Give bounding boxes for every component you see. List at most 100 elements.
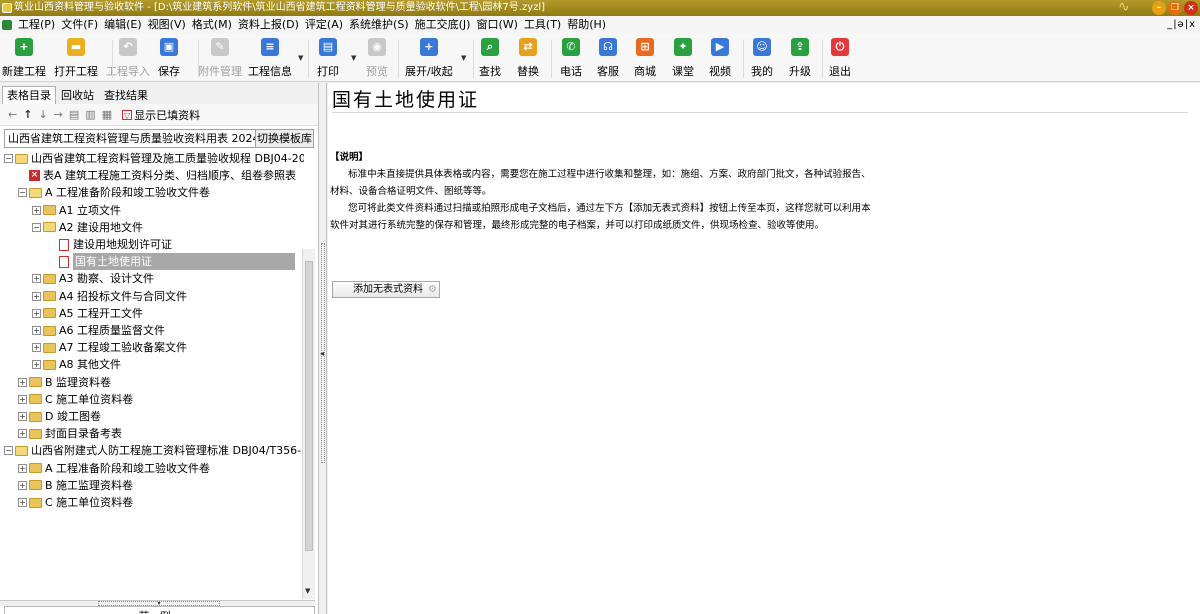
menu-item[interactable]: 施工交底(J) [412, 16, 474, 34]
expand-icon[interactable]: + [18, 429, 27, 439]
tree-node[interactable]: 国有土地使用证 [59, 253, 295, 271]
user-button[interactable]: ☺ 我的 [751, 38, 773, 80]
library-name[interactable]: 山西省建筑工程资料管理与质量验收资料用表 2024 [4, 129, 256, 148]
expand-icon[interactable]: + [32, 205, 41, 215]
tree-node[interactable]: − 山西省建筑工程资料管理及施工质量验收规程 DBJ04-2024 [4, 150, 304, 167]
tree-node[interactable]: − 山西省附建式人防工程施工资料管理标准 DBJ04/T356-2018 [4, 442, 304, 459]
phone-button[interactable]: ✆ 电话 [560, 38, 582, 80]
dropdown-arrow-icon[interactable]: ▼ [461, 54, 466, 62]
toolbar-separator [743, 40, 744, 78]
tree-node[interactable]: − A 工程准备阶段和竣工验收文件卷 [18, 184, 210, 201]
menu-item[interactable]: 编辑(E) [101, 16, 145, 34]
shop-button[interactable]: ⊞ 商城 [634, 38, 656, 80]
collapse-icon[interactable]: − [4, 154, 13, 163]
menu-item[interactable]: 工具(T) [521, 16, 564, 34]
instructions: 【说明】 标准中未直接提供具体表格或内容，需要您在施工过程中进行收集和整理，如：… [330, 149, 1190, 234]
menu-item[interactable]: 评定(A) [302, 16, 346, 34]
app-menu-icon[interactable] [2, 20, 12, 30]
collapse-icon[interactable]: − [4, 446, 13, 456]
arrow-left-icon[interactable]: ← [8, 108, 17, 121]
expand-icon[interactable]: + [18, 498, 27, 507]
tab-2[interactable]: 查找结果 [99, 86, 153, 104]
dropdown-arrow-icon[interactable]: ▼ [351, 54, 356, 62]
decoration-icon: ∿ [1118, 0, 1130, 15]
tree-node[interactable]: + B 施工监理资料卷 [18, 477, 133, 494]
scrollbar-thumb[interactable] [305, 261, 313, 551]
tree-node[interactable]: × 表A 建筑工程施工资料分类、归档顺序、组卷参照表 [29, 167, 296, 184]
expand-icon[interactable]: + [32, 308, 41, 318]
tree-node[interactable]: 建设用地规划许可证 [59, 236, 172, 253]
restore-icon[interactable]: ❐ [1168, 1, 1182, 15]
show-filled-toggle[interactable]: ▽ 显示已填资料 [122, 107, 200, 123]
switch-library-button[interactable]: 切换模板库 [256, 129, 314, 148]
arrow-right-icon[interactable]: → [54, 108, 63, 121]
menu-item[interactable]: 工程(P) [15, 16, 58, 34]
expand-icon[interactable]: + [18, 394, 27, 404]
menu-item[interactable]: 系统维护(S) [346, 16, 412, 34]
menu-item[interactable]: 资料上报(D) [235, 16, 302, 34]
tree-scrollbar[interactable]: ▼ [302, 249, 315, 599]
expand-collapse-button[interactable]: + 展开/收起 [405, 38, 453, 80]
tree-node[interactable]: + A3 勘察、设计文件 [32, 270, 154, 287]
collapse-icon[interactable]: − [32, 222, 41, 232]
save-button[interactable]: ▣ 保存 [158, 38, 180, 80]
tree-node[interactable]: + D 竣工图卷 [18, 408, 101, 425]
menu-item[interactable]: 视图(V) [145, 16, 189, 34]
vertical-splitter[interactable]: ◂ [319, 83, 327, 614]
scroll-down-icon[interactable]: ▼ [305, 587, 310, 595]
close-icon[interactable]: × [1184, 1, 1198, 15]
collapse-left-icon[interactable]: ◂ [320, 349, 324, 358]
tree-node[interactable]: + A 工程准备阶段和竣工验收文件卷 [18, 460, 210, 477]
video-button[interactable]: ▶ 视频 [709, 38, 731, 80]
exit-button[interactable]: ⏻ 退出 [829, 38, 851, 80]
tree-node[interactable]: + A6 工程质量监督文件 [32, 322, 165, 339]
paste-icon[interactable]: ▥ [85, 108, 95, 121]
menu-item[interactable]: 文件(F) [58, 16, 101, 34]
copy-icon[interactable]: ▤ [69, 108, 79, 121]
expand-icon[interactable]: + [32, 291, 41, 301]
tree-node[interactable]: + 封面目录备考表 [18, 425, 122, 442]
checkbox-icon[interactable]: ▽ [122, 109, 133, 120]
tree-node[interactable]: + C 施工单位资料卷 [18, 391, 133, 408]
upgrade-button[interactable]: ⇪ 升级 [789, 38, 811, 80]
collapse-icon[interactable]: − [18, 188, 27, 198]
tree-node[interactable]: + C 施工单位资料卷 [18, 494, 133, 511]
tree-node[interactable]: + B 监理资料卷 [18, 374, 111, 391]
tree-node[interactable]: + A4 招投标文件与合同文件 [32, 288, 187, 305]
expand-icon[interactable]: + [18, 377, 27, 387]
tab-1[interactable]: 回收站 [56, 86, 99, 104]
tab-0[interactable]: 表格目录 [2, 86, 56, 104]
expand-icon[interactable]: + [18, 412, 27, 421]
minimize-icon[interactable]: – [1152, 1, 1166, 15]
project-info-button[interactable]: ≡ 工程信息 [248, 38, 292, 80]
arrow-down-icon[interactable]: ↓ [38, 108, 47, 121]
menu-item[interactable]: 窗口(W) [473, 16, 520, 34]
toolbar-label: 保存 [158, 65, 180, 78]
find-button[interactable]: ⌕ 查找 [479, 38, 501, 80]
delete-icon[interactable]: ▦ [102, 108, 112, 121]
expand-icon[interactable]: + [18, 480, 27, 490]
save-icon: ▣ [160, 38, 178, 56]
classroom-button[interactable]: ✦ 课堂 [672, 38, 694, 80]
replace-button[interactable]: ⇄ 替换 [517, 38, 539, 80]
arrow-up-icon[interactable]: ↑ [23, 108, 32, 121]
tree-node[interactable]: + A1 立项文件 [32, 202, 121, 219]
menu-item[interactable]: 帮助(H) [564, 16, 609, 34]
expand-icon[interactable]: + [32, 274, 41, 284]
add-untabulated-button[interactable]: 添加无表式资料 ⚙ [332, 281, 440, 298]
menu-item[interactable]: 格式(M) [189, 16, 235, 34]
tree-node[interactable]: + A7 工程竣工验收备案文件 [32, 339, 187, 356]
print-button[interactable]: ▤ 打印 [317, 38, 339, 80]
support-button[interactable]: ☊ 客服 [597, 38, 619, 80]
new-project-button[interactable]: + 新建工程 [2, 38, 46, 80]
tree-node[interactable]: − A2 建设用地文件 [32, 219, 143, 236]
mdi-window-controls[interactable]: _|ǝ|x [1167, 16, 1196, 34]
tree-node[interactable]: + A5 工程开工文件 [32, 305, 143, 322]
tree-node[interactable]: + A8 其他文件 [32, 356, 121, 373]
expand-icon[interactable]: + [18, 463, 27, 473]
dropdown-arrow-icon[interactable]: ▼ [298, 54, 303, 62]
open-folder-button[interactable]: ▬ 打开工程 [54, 38, 98, 80]
expand-icon[interactable]: + [32, 326, 41, 335]
expand-icon[interactable]: + [32, 360, 41, 370]
expand-icon[interactable]: + [32, 343, 41, 353]
